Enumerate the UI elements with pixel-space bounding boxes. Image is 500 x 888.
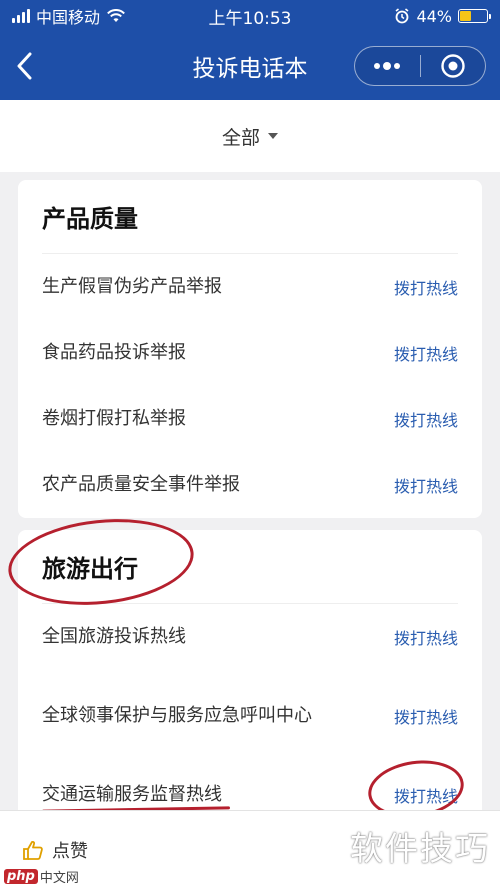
status-right: 44% (394, 6, 491, 26)
item-label: 卷烟打假打私举报 (42, 408, 186, 430)
alarm-icon (395, 8, 409, 24)
filter-label: 全部 (221, 126, 260, 149)
site-logo: php 中文网 (0, 865, 83, 888)
carrier-label: 中国移动 (36, 8, 101, 27)
battery-fill (460, 11, 472, 21)
status-bar: 中国移动 上午10:53 44% (0, 0, 500, 32)
item-label: 全国旅游投诉热线 (42, 626, 186, 648)
item-label: 交通运输服务监督热线 (42, 784, 222, 806)
call-hotline-button[interactable]: 拨打热线 (394, 473, 458, 497)
wifi-icon (107, 9, 125, 22)
more-dots-icon[interactable] (355, 47, 420, 85)
list-item: 食品药品投诉举报 拨打热线 (42, 320, 458, 386)
call-hotline-button-wrap[interactable]: 拨打热线 (364, 754, 468, 824)
list-item: 全球领事保护与服务应急呼叫中心 拨打热线 (42, 670, 458, 762)
item-label: 食品药品投诉举报 (42, 342, 186, 364)
item-label: 农产品质量安全事件举报 (42, 474, 240, 496)
list-item: 生产假冒伪劣产品举报 拨打热线 (42, 254, 458, 320)
battery-icon (458, 9, 491, 23)
section-card-product-quality: 产品质量 生产假冒伪劣产品举报 拨打热线 食品药品投诉举报 拨打热线 卷烟打假打… (18, 180, 482, 518)
section-title-wrap: 旅游出行 (4, 510, 458, 614)
call-hotline-button[interactable]: 拨打热线 (394, 787, 458, 806)
section-card-travel: 旅游出行 全国旅游投诉热线 拨打热线 全球领事保护与服务应急呼叫中心 拨打热线 … (4, 510, 482, 828)
caret-down-icon (268, 133, 278, 139)
call-hotline-button[interactable]: 拨打热线 (394, 407, 458, 431)
call-hotline-button[interactable]: 拨打热线 (394, 704, 458, 728)
section-title: 旅游出行 (42, 555, 138, 583)
watermark: 软件技巧 (350, 829, 490, 868)
status-left: 中国移动 (12, 4, 126, 28)
section-title: 产品质量 (42, 180, 458, 254)
target-circle-icon[interactable] (421, 47, 486, 85)
list-item: 卷烟打假打私举报 拨打热线 (42, 386, 458, 452)
battery-percent: 44% (416, 6, 452, 26)
list-item: 农产品质量安全事件举报 拨打热线 (42, 452, 458, 518)
logo-text: 中文网 (39, 871, 79, 886)
like-label: 点赞 (52, 840, 88, 862)
mini-program-capsule (354, 46, 486, 86)
call-hotline-button[interactable]: 拨打热线 (394, 625, 458, 649)
call-hotline-button[interactable]: 拨打热线 (394, 341, 458, 365)
item-label: 生产假冒伪劣产品举报 (42, 276, 222, 298)
chevron-left-icon[interactable] (0, 32, 48, 100)
list-item: 全国旅游投诉热线 拨打热线 (42, 604, 458, 670)
nav-bar: 投诉电话本 (0, 32, 500, 100)
item-label: 全球领事保护与服务应急呼叫中心 (42, 705, 312, 727)
content: 产品质量 生产假冒伪劣产品举报 拨打热线 食品药品投诉举报 拨打热线 卷烟打假打… (0, 172, 500, 828)
thumbs-up-icon (23, 840, 43, 860)
filter-dropdown[interactable]: 全部 (0, 100, 500, 172)
logo-badge: php (4, 869, 38, 884)
call-hotline-button[interactable]: 拨打热线 (394, 275, 458, 299)
like-button[interactable]: 点赞 (22, 837, 88, 863)
signal-icon (12, 9, 30, 23)
